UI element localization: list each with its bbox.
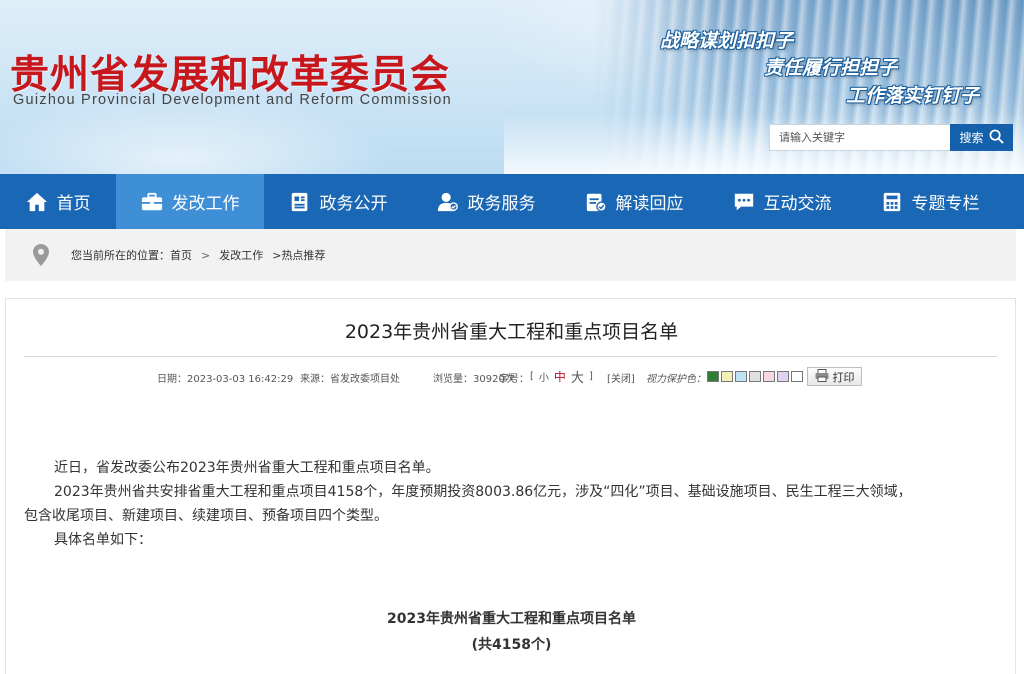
slogan-2: 责任履行担担子 <box>764 57 898 79</box>
close-link[interactable]: [关闭] <box>607 370 635 385</box>
nav-item-work[interactable]: 发改工作 <box>116 174 264 229</box>
breadcrumb-separator: > <box>272 248 282 262</box>
nav-item-label: 互动交流 <box>763 194 832 214</box>
slogan-3: 工作落实钉钉子 <box>846 85 980 107</box>
color-swatch[interactable] <box>777 371 789 382</box>
nav-item-label: 政务服务 <box>467 194 536 214</box>
search-button[interactable]: 搜索 <box>950 124 1013 151</box>
nav-item-label: 首页 <box>56 194 91 214</box>
font-size-small[interactable]: 小 <box>539 369 549 384</box>
search-input[interactable] <box>769 124 950 151</box>
list-count: (共4158个) <box>471 637 552 653</box>
nav-item-interpretation[interactable]: 解读回应 <box>560 174 708 229</box>
color-swatch[interactable] <box>707 371 719 382</box>
bracket-close: ] <box>588 370 593 382</box>
breadcrumb: 您当前所在的位置： 首页 > 发改工作 > 热点推荐 <box>5 229 1016 281</box>
search-box: 搜索 <box>769 124 1013 151</box>
nav-item-label: 解读回应 <box>615 194 684 214</box>
site-logo-subtitle: Guizhou Provincial Development and Refor… <box>13 92 452 108</box>
main-nav: 首页 发改工作 政务公开 政务服务 解读回应 互动交流 专题专栏 <box>0 174 1024 229</box>
title-divider <box>24 356 997 357</box>
search-button-label: 搜索 <box>959 131 984 145</box>
publish-date: 日期：2023-03-03 16:42:29 <box>157 374 294 385</box>
breadcrumb-work-link[interactable]: 发改工作 <box>219 247 263 263</box>
header-banner: 贵州省发展和改革委员会 Guizhou Provincial Developme… <box>0 0 1024 174</box>
paragraph-text: 近日，省发改委公布2023年贵州省重大工程和重点项目名单。 <box>54 460 440 476</box>
printer-icon <box>815 368 829 385</box>
article-container: 2023年贵州省重大工程和重点项目名单 日期：2023-03-03 16:42:… <box>5 298 1016 674</box>
nav-item-public-affairs[interactable]: 政务公开 <box>264 174 412 229</box>
briefcase-icon <box>141 191 163 213</box>
font-size-label: 字号： <box>499 374 529 385</box>
print-label: 打印 <box>832 370 855 384</box>
color-swatch[interactable] <box>721 371 733 382</box>
color-swatch[interactable] <box>735 371 747 382</box>
breadcrumb-home-link[interactable]: 首页 <box>170 247 192 263</box>
paragraph-3: 具体名单如下： <box>24 528 984 552</box>
font-size-medium[interactable]: 中 <box>554 368 566 385</box>
color-swatch[interactable] <box>763 371 775 382</box>
search-icon <box>989 129 1004 147</box>
vision-protect-label: 视力保护色： <box>646 374 706 385</box>
nav-item-label: 政务公开 <box>319 194 388 214</box>
calculator-icon <box>881 191 903 213</box>
font-size-switcher: [ 小 中 大 ] <box>530 367 593 386</box>
breadcrumb-prefix: 您当前所在的位置： <box>71 249 170 262</box>
location-pin-icon <box>33 244 49 266</box>
paragraph-text: 2023年贵州省共安排省重大工程和重点项目4158个，年度预期投资8003.86… <box>54 484 912 500</box>
nav-item-services[interactable]: 政务服务 <box>412 174 560 229</box>
breadcrumb-separator: > <box>201 248 211 262</box>
breadcrumb-hot-link[interactable]: 热点推荐 <box>281 247 325 263</box>
document-icon <box>289 191 311 213</box>
article-source: 来源：省发改委项目处 <box>300 374 400 385</box>
paragraph-text-continued: 包含收尾项目、新建项目、续建项目、预备项目四个类型。 <box>24 508 388 524</box>
print-button[interactable]: 打印 <box>807 367 862 386</box>
color-swatch[interactable] <box>749 371 761 382</box>
nav-item-label: 发改工作 <box>171 194 240 214</box>
article-title: 2023年贵州省重大工程和重点项目名单 <box>344 321 679 343</box>
vision-color-swatches <box>707 371 803 382</box>
nav-item-label: 专题专栏 <box>911 194 980 214</box>
font-size-large[interactable]: 大 <box>571 367 584 386</box>
paragraph-text: 具体名单如下： <box>54 532 152 548</box>
clipboard-check-icon <box>585 191 607 213</box>
user-service-icon <box>437 191 459 213</box>
paragraph-1: 近日，省发改委公布2023年贵州省重大工程和重点项目名单。 <box>24 456 984 480</box>
paragraph-2: 2023年贵州省共安排省重大工程和重点项目4158个，年度预期投资8003.86… <box>24 480 984 528</box>
nav-item-special-topics[interactable]: 专题专栏 <box>856 174 1004 229</box>
nav-item-home[interactable]: 首页 <box>0 174 116 229</box>
nav-item-interaction[interactable]: 互动交流 <box>708 174 856 229</box>
slogan-1: 战略谋划扣扣子 <box>660 30 794 52</box>
bracket-open: [ <box>530 370 534 382</box>
article-meta: 日期：2023-03-03 16:42:29 来源：省发改委项目处 浏览量：30… <box>6 367 1017 387</box>
chat-icon <box>733 191 755 213</box>
list-title: 2023年贵州省重大工程和重点项目名单 <box>387 611 636 627</box>
color-swatch[interactable] <box>791 371 803 382</box>
home-icon <box>26 191 48 213</box>
